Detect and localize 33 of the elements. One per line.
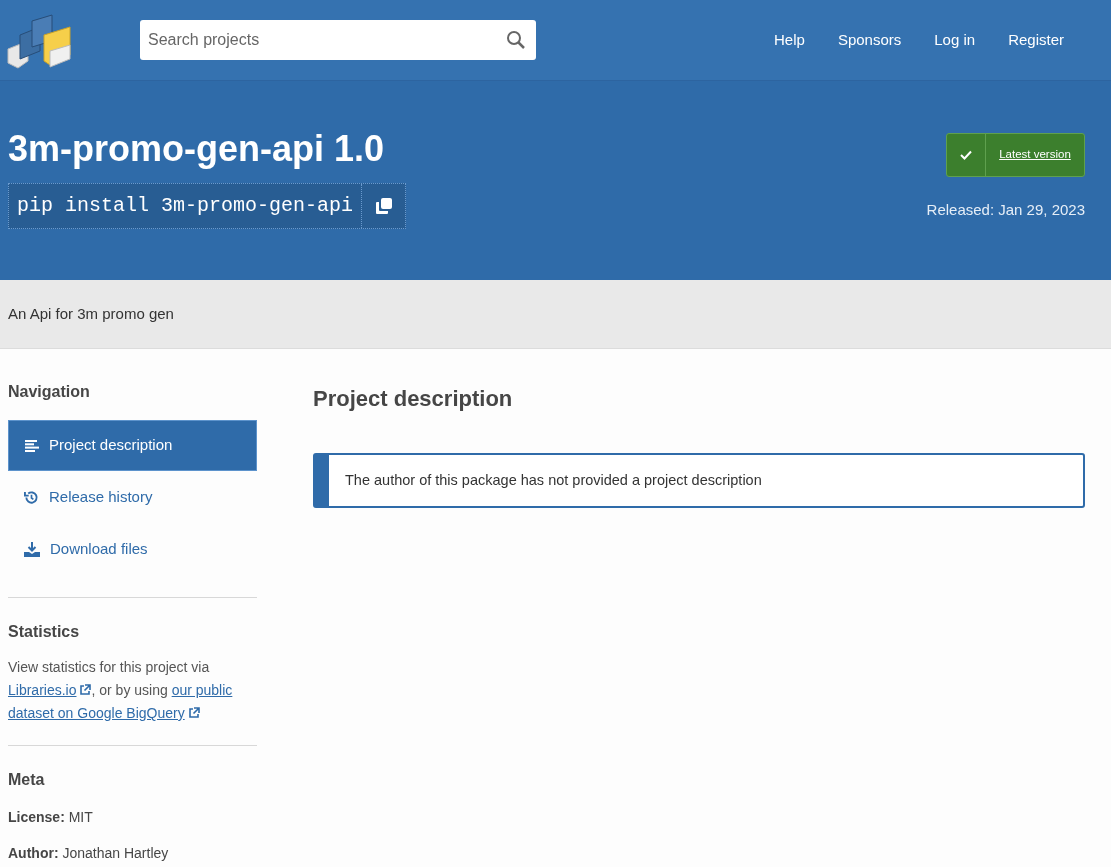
nav-link[interactable]: Log in bbox=[934, 28, 976, 52]
notice-text: The author of this package has not provided a project description bbox=[345, 470, 762, 490]
package-title: 3m-promo-gen-api 1.0 bbox=[8, 129, 386, 169]
search-field[interactable]: Search projects bbox=[140, 20, 536, 60]
text-link[interactable]: dataset on Google BigQuery bbox=[8, 705, 200, 721]
sidebar-nav-item[interactable]: Project description bbox=[8, 420, 257, 471]
copy-icon bbox=[374, 197, 393, 215]
install-command: pip install 3m-promo-gen-api bbox=[16, 193, 355, 219]
external-link-icon bbox=[79, 684, 92, 696]
history-icon bbox=[24, 489, 39, 505]
lines-icon bbox=[25, 439, 39, 452]
meta-entry: License: MIT bbox=[8, 808, 94, 827]
external-link-icon bbox=[187, 707, 200, 719]
check-icon bbox=[960, 150, 972, 160]
release-date: Released: Jan 29, 2023 bbox=[926, 200, 1085, 220]
download-icon bbox=[24, 541, 40, 557]
sidebar-heading: Navigation bbox=[8, 382, 91, 402]
search-icon[interactable] bbox=[506, 30, 526, 50]
nav-link[interactable]: Help bbox=[774, 28, 805, 52]
stacked-cubes-logo[interactable] bbox=[6, 11, 72, 69]
sidebar-nav-item[interactable]: Release history bbox=[8, 471, 257, 523]
latest-version-badge[interactable]: Latest version bbox=[946, 133, 1085, 177]
sidebar-nav-item[interactable]: Download files bbox=[8, 523, 257, 575]
meta-entry: Author: Jonathan Hartley bbox=[8, 844, 170, 863]
sidebar-heading: Statistics bbox=[8, 622, 81, 642]
statistics-text: View statistics for this project via Libraries.io , or by using our public dataset on Google BigQuery bbox=[8, 658, 234, 723]
package-summary: An Api for 3m promo gen bbox=[8, 303, 174, 324]
text-link[interactable]: Libraries.io bbox=[8, 682, 92, 698]
section-heading: Project description bbox=[313, 385, 514, 413]
nav-link[interactable]: Register bbox=[1008, 28, 1064, 52]
sidebar-heading: Meta bbox=[8, 770, 46, 790]
text-link[interactable]: our public bbox=[171, 682, 233, 698]
nav-link[interactable]: Sponsors bbox=[837, 28, 902, 52]
